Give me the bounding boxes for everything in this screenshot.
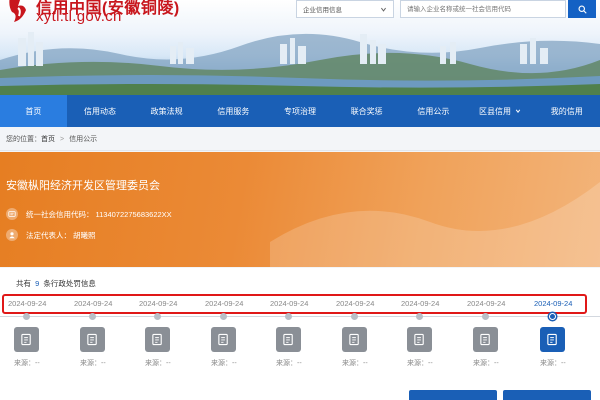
timeline-dot[interactable] <box>416 313 423 320</box>
record-card[interactable] <box>145 327 170 352</box>
timeline-dot-active[interactable] <box>549 313 556 320</box>
timeline-date-active[interactable]: 2024-09-24 <box>534 299 572 308</box>
record-card[interactable] <box>80 327 105 352</box>
search-button[interactable] <box>568 0 596 18</box>
timeline-date[interactable]: 2024-09-24 <box>336 299 374 308</box>
record-source: 来源：-- <box>540 360 566 367</box>
decorative-wave <box>270 182 600 267</box>
org-name: 安徽枞阳经济开发区管理委员会 <box>6 180 160 192</box>
record-count: 共有 9 条行政处罚信息 <box>16 278 96 289</box>
breadcrumb-separator: > <box>60 135 65 143</box>
timeline-dot[interactable] <box>89 313 96 320</box>
document-icon <box>480 333 490 346</box>
search-category-label: 企业信用信息 <box>303 7 342 14</box>
nav-item-label: 首页 <box>25 106 42 116</box>
legal-rep-row: 法定代表人： 胡曦照 <box>6 229 96 241</box>
timeline-dot[interactable] <box>154 313 161 320</box>
header-banner: 信用中国(安徽铜陵) xytl.tl.gov.cn 企业信用信息 <box>0 0 600 95</box>
city-skyline-illustration <box>0 32 600 95</box>
penalty-timeline-panel: 共有 9 条行政处罚信息 2024-09-24 2024-09-24 2024-… <box>0 268 600 400</box>
main-nav: 首页 信用动态 政策法规 信用服务 专项治理 联合奖惩 信用公示 区县信用 我的… <box>0 95 600 127</box>
date-row: 2024-09-24 2024-09-24 2024-09-24 2024-09… <box>0 294 600 314</box>
timeline-date[interactable]: 2024-09-24 <box>74 299 112 308</box>
record-source: 来源：-- <box>342 360 368 367</box>
nav-item-my-credit[interactable]: 我的信用 <box>533 95 600 127</box>
breadcrumb-current: 信用公示 <box>69 136 98 143</box>
id-card-icon <box>6 208 18 220</box>
action-button-right[interactable] <box>503 390 591 400</box>
timeline-dot[interactable] <box>23 313 30 320</box>
record-count-number: 9 <box>35 279 40 288</box>
nav-item-policies[interactable]: 政策法规 <box>133 95 200 127</box>
nav-item-label: 信用公示 <box>417 106 450 116</box>
chevron-down-icon <box>515 109 521 113</box>
record-count-suffix: 条行政处罚信息 <box>43 279 96 288</box>
record-card[interactable] <box>473 327 498 352</box>
search-bar: 企业信用信息 <box>296 0 596 18</box>
breadcrumb-home-link[interactable]: 首页 <box>41 134 55 144</box>
divider <box>0 150 600 151</box>
legal-rep-label: 法定代表人： <box>26 230 71 240</box>
timeline-date[interactable]: 2024-09-24 <box>8 299 46 308</box>
document-icon <box>218 333 228 346</box>
record-source: 来源：-- <box>145 360 171 367</box>
document-icon <box>414 333 424 346</box>
record-card[interactable] <box>276 327 301 352</box>
record-card-active[interactable] <box>540 327 565 352</box>
nav-item-joint-rewards[interactable]: 联合奖惩 <box>333 95 400 127</box>
nav-item-label: 我的信用 <box>550 106 583 116</box>
record-card[interactable] <box>14 327 39 352</box>
timeline-dot[interactable] <box>220 313 227 320</box>
record-source: 来源：-- <box>14 360 40 367</box>
nav-item-special-governance[interactable]: 专项治理 <box>267 95 334 127</box>
document-icon <box>21 333 31 346</box>
org-header: 安徽枞阳经济开发区管理委员会 统一社会信用代码： 113407227568362… <box>0 152 600 267</box>
timeline-dot[interactable] <box>351 313 358 320</box>
nav-item-credit-services[interactable]: 信用服务 <box>200 95 267 127</box>
nav-item-label: 信用动态 <box>84 106 116 116</box>
record-card[interactable] <box>342 327 367 352</box>
chevron-down-icon <box>381 7 386 12</box>
nav-item-credit-news[interactable]: 信用动态 <box>67 95 134 127</box>
timeline-date[interactable]: 2024-09-24 <box>139 299 177 308</box>
nav-item-label: 区县信用 <box>479 106 512 116</box>
document-icon <box>87 333 97 346</box>
search-input[interactable] <box>400 0 566 18</box>
record-source: 来源：-- <box>276 360 302 367</box>
nav-item-county-credit[interactable]: 区县信用 <box>467 95 534 127</box>
nav-item-credit-publicity[interactable]: 信用公示 <box>400 95 467 127</box>
legal-rep-value: 胡曦照 <box>73 230 96 240</box>
credit-code-row: 统一社会信用代码： 113407227568362​2XX <box>6 208 172 220</box>
record-source: 来源：-- <box>473 360 499 367</box>
user-icon <box>6 229 18 241</box>
document-icon <box>152 333 162 346</box>
record-source: 来源：-- <box>80 360 106 367</box>
timeline-date[interactable]: 2024-09-24 <box>270 299 308 308</box>
document-icon <box>349 333 359 346</box>
search-category-select[interactable]: 企业信用信息 <box>296 0 394 18</box>
breadcrumb-prefix: 您的位置： <box>6 136 41 143</box>
timeline-dot[interactable] <box>285 313 292 320</box>
timeline-date[interactable]: 2024-09-24 <box>401 299 439 308</box>
record-card[interactable] <box>407 327 432 352</box>
timeline-date[interactable]: 2024-09-24 <box>467 299 505 308</box>
document-icon <box>283 333 293 346</box>
record-count-prefix: 共有 <box>16 279 31 288</box>
timeline-dot[interactable] <box>482 313 489 320</box>
nav-item-home[interactable]: 首页 <box>0 95 67 127</box>
timeline-date[interactable]: 2024-09-24 <box>205 299 243 308</box>
search-icon <box>577 4 587 14</box>
breadcrumb: 您的位置： 首页 > 信用公示 <box>6 133 97 145</box>
record-source: 来源：-- <box>211 360 237 367</box>
document-icon <box>547 333 557 346</box>
nav-item-label: 联合奖惩 <box>350 106 383 116</box>
nav-item-label: 信用服务 <box>217 106 250 116</box>
action-button-left[interactable] <box>409 390 497 400</box>
nav-item-label: 专项治理 <box>284 106 317 116</box>
nav-item-label: 政策法规 <box>150 106 183 116</box>
record-card[interactable] <box>211 327 236 352</box>
record-source: 来源：-- <box>407 360 433 367</box>
credit-code-value: 113407227568362​2XX <box>95 209 172 219</box>
credit-code-label: 统一社会信用代码： <box>26 209 94 219</box>
